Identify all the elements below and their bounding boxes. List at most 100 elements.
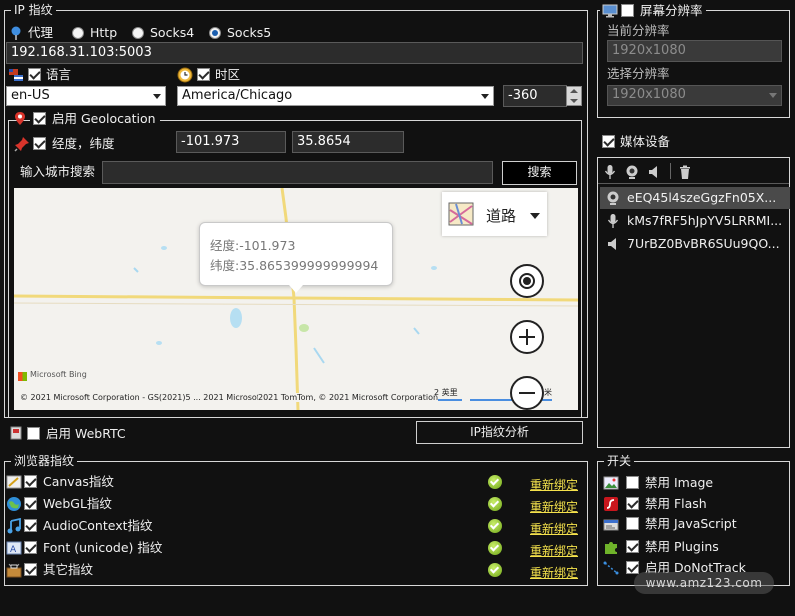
- timezone-offset-input[interactable]: -360: [503, 85, 567, 107]
- map-copyright-tail: 2021 TomTom, © 2021 Microsoft Corporatio…: [258, 393, 439, 402]
- webrtc-checkbox[interactable]: [27, 427, 40, 440]
- map-style-select[interactable]: 道路: [442, 192, 547, 236]
- disable-javascript-label: 禁用 JavaScript: [645, 516, 737, 531]
- webgl-fp-label: WebGL指纹: [43, 496, 112, 511]
- language-select[interactable]: en-US: [6, 86, 166, 106]
- canvas-rebind-link[interactable]: 重新绑定: [530, 476, 578, 493]
- locate-me-button[interactable]: [510, 264, 544, 298]
- disable-image-label: 禁用 Image: [645, 475, 714, 490]
- zoom-in-button[interactable]: [510, 320, 544, 354]
- language-checkbox[interactable]: [28, 68, 41, 81]
- audio-rebind-link[interactable]: 重新绑定: [530, 520, 578, 537]
- canvas-fp-checkbox[interactable]: [24, 475, 37, 488]
- longitude-input[interactable]: -101.973: [176, 131, 286, 153]
- media-device-item[interactable]: 7UrBZ0BvBR6SUu9QO...: [600, 233, 790, 255]
- timezone-label: 时区: [215, 67, 241, 82]
- watermark-badge: www.amz123.com: [634, 572, 774, 594]
- ip-analysis-button[interactable]: IP指纹分析: [416, 421, 583, 444]
- webrtc-label: 启用 WebRTC: [46, 426, 126, 441]
- city-search-input[interactable]: [102, 161, 493, 184]
- speaker-icon[interactable]: [646, 164, 662, 180]
- flags-icon: [9, 69, 23, 81]
- radio-socks4[interactable]: [132, 27, 144, 39]
- zoom-out-button[interactable]: [510, 376, 544, 410]
- proxy-input[interactable]: 192.168.31.103:5003: [6, 42, 583, 64]
- geolocation-title: 启用 Geolocation: [52, 111, 156, 126]
- other-rebind-link[interactable]: 重新绑定: [530, 564, 578, 581]
- city-search-label: 输入城市搜索: [20, 164, 96, 179]
- chevron-down-icon: [769, 93, 777, 98]
- globe-icon: [7, 497, 21, 511]
- resolution-select-value: 1920x1080: [612, 87, 686, 102]
- chevron-down-icon: [530, 213, 540, 219]
- timezone-value: America/Chicago: [182, 88, 293, 103]
- toolbox-icon: [6, 563, 22, 578]
- map-scale-label: 2 英里: [434, 388, 458, 397]
- browser-fp-title: 浏览器指纹: [11, 454, 78, 468]
- watermark-text: www.amz123.com: [645, 576, 763, 590]
- tooltip-latitude: 纬度:35.865399999999994: [210, 258, 379, 273]
- check-circle-icon: [488, 563, 502, 577]
- other-fp-checkbox[interactable]: [24, 563, 37, 576]
- timezone-checkbox[interactable]: [197, 68, 210, 81]
- canvas-icon: [6, 475, 22, 489]
- map-tooltip-pointer: [289, 285, 303, 293]
- coordinates-checkbox[interactable]: [33, 137, 46, 150]
- city-search-button[interactable]: 搜索: [502, 161, 577, 185]
- webgl-rebind-link[interactable]: 重新绑定: [530, 498, 578, 515]
- timezone-select[interactable]: America/Chicago: [177, 86, 494, 106]
- chevron-down-icon: [153, 94, 161, 99]
- latitude-input[interactable]: 35.8654: [292, 131, 404, 153]
- font-fp-label: Font (unicode) 指纹: [43, 540, 163, 555]
- do-not-track-icon: [603, 561, 619, 575]
- disable-image-checkbox[interactable]: [626, 476, 639, 489]
- map-view[interactable]: 道路 经度:-101.973 纬度:35.865399999999994 Mic…: [14, 188, 578, 410]
- resolution-checkbox[interactable]: [621, 4, 634, 17]
- webgl-fp-checkbox[interactable]: [24, 497, 37, 510]
- switches-title: 开关: [604, 454, 635, 468]
- microphone-icon[interactable]: [602, 164, 618, 180]
- map-lake: [156, 341, 162, 345]
- flash-icon: [604, 497, 618, 511]
- music-note-icon: [7, 518, 21, 534]
- font-fp-checkbox[interactable]: [24, 541, 37, 554]
- proxy-label: 代理: [28, 25, 54, 40]
- road-map-icon: [448, 202, 474, 226]
- map-lake: [230, 308, 242, 328]
- disable-plugins-checkbox[interactable]: [626, 540, 639, 553]
- clock-icon: [177, 67, 193, 83]
- audio-fp-label: AudioContext指纹: [43, 518, 153, 533]
- puzzle-icon: [605, 542, 617, 554]
- toolbar-divider: [670, 163, 671, 179]
- bing-logo-text: Microsoft Bing: [30, 370, 87, 379]
- media-checkbox[interactable]: [602, 135, 615, 148]
- location-pin-icon: [15, 112, 25, 125]
- check-circle-icon: [488, 519, 502, 533]
- media-device-label: eEQ45l4szeGgzFn05X...: [627, 190, 777, 205]
- font-rebind-link[interactable]: 重新绑定: [530, 542, 578, 559]
- speaker-icon: [608, 238, 616, 250]
- coordinates-label: 经度，纬度: [52, 136, 115, 151]
- canvas-fp-label: Canvas指纹: [43, 474, 114, 489]
- javascript-icon: [603, 519, 619, 531]
- image-icon: [603, 476, 619, 490]
- disable-javascript-checkbox[interactable]: [626, 517, 639, 530]
- geolocation-checkbox[interactable]: [33, 112, 46, 125]
- globe-pin-icon: [11, 26, 21, 40]
- media-device-item[interactable]: eEQ45l4szeGgzFn05X...: [600, 187, 790, 209]
- check-circle-icon: [488, 475, 502, 489]
- radio-socks5-label: Socks5: [227, 25, 272, 40]
- pushpin-icon: [14, 137, 29, 152]
- trash-icon[interactable]: [677, 164, 693, 180]
- radio-socks5[interactable]: [209, 27, 221, 39]
- bing-logo-icon: [18, 372, 27, 381]
- disable-flash-checkbox[interactable]: [626, 497, 639, 510]
- timezone-offset-stepper[interactable]: [566, 86, 582, 106]
- webcam-icon[interactable]: [624, 164, 640, 180]
- audio-fp-checkbox[interactable]: [24, 519, 37, 532]
- enable-dnt-checkbox[interactable]: [626, 561, 639, 574]
- disable-plugins-label: 禁用 Plugins: [645, 539, 719, 554]
- disable-flash-label: 禁用 Flash: [645, 496, 707, 511]
- media-device-item[interactable]: kMs7fRF5hJpYV5LRRMI...: [600, 210, 790, 232]
- radio-http[interactable]: [72, 27, 84, 39]
